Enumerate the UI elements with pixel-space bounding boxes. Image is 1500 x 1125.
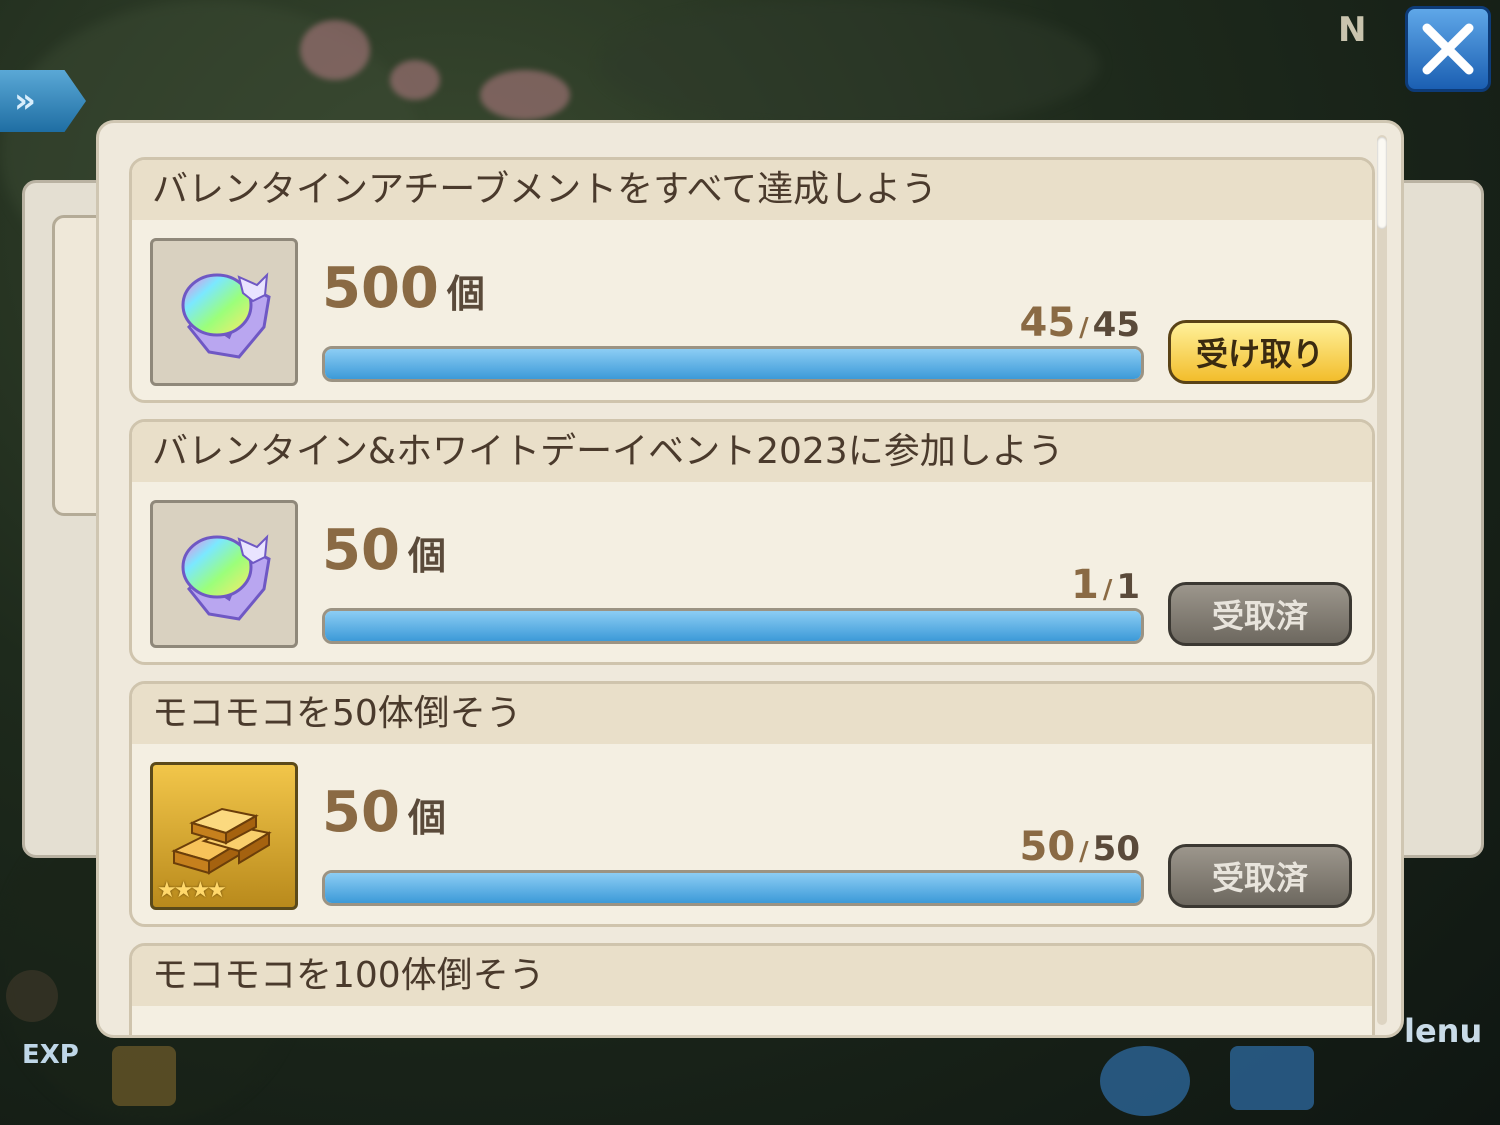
progress-bar-fill bbox=[325, 611, 1141, 641]
claim-button[interactable]: 受け取り bbox=[1168, 320, 1352, 384]
progress-slash: / bbox=[1102, 575, 1113, 605]
background-foliage bbox=[600, 0, 1100, 130]
gift-box-icon[interactable] bbox=[112, 1046, 176, 1106]
compass-indicator: N bbox=[1338, 10, 1367, 50]
progress-slash: / bbox=[1079, 313, 1089, 343]
reward-amount: 50 個 bbox=[322, 518, 446, 583]
progress-max: 50 bbox=[1092, 829, 1140, 869]
reward-thumbnail: ★★★★ bbox=[150, 762, 298, 910]
exp-icon[interactable]: EXP bbox=[22, 1040, 79, 1070]
rainbow-crystal-icon bbox=[181, 272, 271, 359]
reward-thumbnail bbox=[150, 238, 298, 386]
zoom-icon[interactable] bbox=[6, 970, 58, 1022]
reward-thumbnail bbox=[150, 500, 298, 648]
background-blossom bbox=[300, 20, 370, 80]
achievement-item: バレンタインアチーブメントをすべて達成しよう 500 個 45 / 45 受け取… bbox=[129, 157, 1375, 403]
achievement-item: モコモコを100体倒そう bbox=[129, 943, 1375, 1035]
emote-icon[interactable] bbox=[1100, 1046, 1190, 1116]
gold-bars-icon bbox=[171, 807, 272, 875]
scrollbar-thumb[interactable] bbox=[1377, 137, 1387, 229]
rainbow-crystal-icon bbox=[181, 534, 271, 621]
progress-counter: 50/50 bbox=[1020, 824, 1141, 870]
progress-bar bbox=[322, 346, 1144, 382]
background-blossom bbox=[390, 60, 440, 100]
achievement-title: バレンタインアチーブメントをすべて達成しよう bbox=[132, 160, 1372, 220]
achievement-title: モコモコを50体倒そう bbox=[132, 684, 1372, 744]
achievement-item: モコモコを50体倒そう ★★★★ 50 個 50 / 50 受取済 bbox=[129, 681, 1375, 927]
progress-max: 45 bbox=[1092, 305, 1140, 345]
progress-current: 1 bbox=[1070, 562, 1099, 608]
reward-amount: 50 個 bbox=[322, 780, 446, 845]
reward-amount: 500 個 bbox=[322, 256, 485, 321]
reward-number: 500 bbox=[322, 256, 439, 321]
scrollbar-track[interactable] bbox=[1377, 135, 1387, 1025]
reward-unit: 個 bbox=[407, 534, 446, 578]
menu-button[interactable]: lenu bbox=[1404, 1012, 1482, 1050]
progress-bar bbox=[322, 608, 1144, 644]
progress-slash: / bbox=[1079, 837, 1089, 867]
close-button[interactable] bbox=[1405, 6, 1491, 92]
claimed-button[interactable]: 受取済 bbox=[1168, 582, 1352, 646]
reward-unit: 個 bbox=[446, 272, 485, 316]
double-arrow-icon: » bbox=[14, 81, 36, 121]
achievement-dialog: バレンタインアチーブメントをすべて達成しよう 500 個 45 / 45 受け取… bbox=[96, 120, 1404, 1038]
progress-bar bbox=[322, 870, 1144, 906]
claimed-button[interactable]: 受取済 bbox=[1168, 844, 1352, 908]
achievement-item: バレンタイン&ホワイトデーイベント2023に参加しよう 50 個 1 / 1 受… bbox=[129, 419, 1375, 665]
progress-max: 1 bbox=[1116, 567, 1140, 607]
reward-unit: 個 bbox=[407, 796, 446, 840]
rarity-stars: ★★★★ bbox=[157, 878, 227, 903]
progress-current: 45 bbox=[1019, 300, 1076, 346]
reward-number: 50 bbox=[322, 780, 400, 845]
achievement-list: バレンタインアチーブメントをすべて達成しよう 500 個 45 / 45 受け取… bbox=[129, 157, 1375, 1035]
progress-bar-fill bbox=[325, 349, 1141, 379]
progress-bar-fill bbox=[325, 873, 1141, 903]
chat-icon[interactable] bbox=[1230, 1046, 1314, 1110]
achievement-title: モコモコを100体倒そう bbox=[132, 946, 1372, 1006]
progress-counter: 1/1 bbox=[1071, 562, 1140, 608]
achievement-title: バレンタイン&ホワイトデーイベント2023に参加しよう bbox=[132, 422, 1372, 482]
close-icon bbox=[1422, 23, 1474, 75]
progress-counter: 45/45 bbox=[1020, 300, 1141, 346]
reward-number: 50 bbox=[322, 518, 400, 583]
background-blossom bbox=[480, 70, 570, 120]
progress-current: 50 bbox=[1019, 824, 1076, 870]
